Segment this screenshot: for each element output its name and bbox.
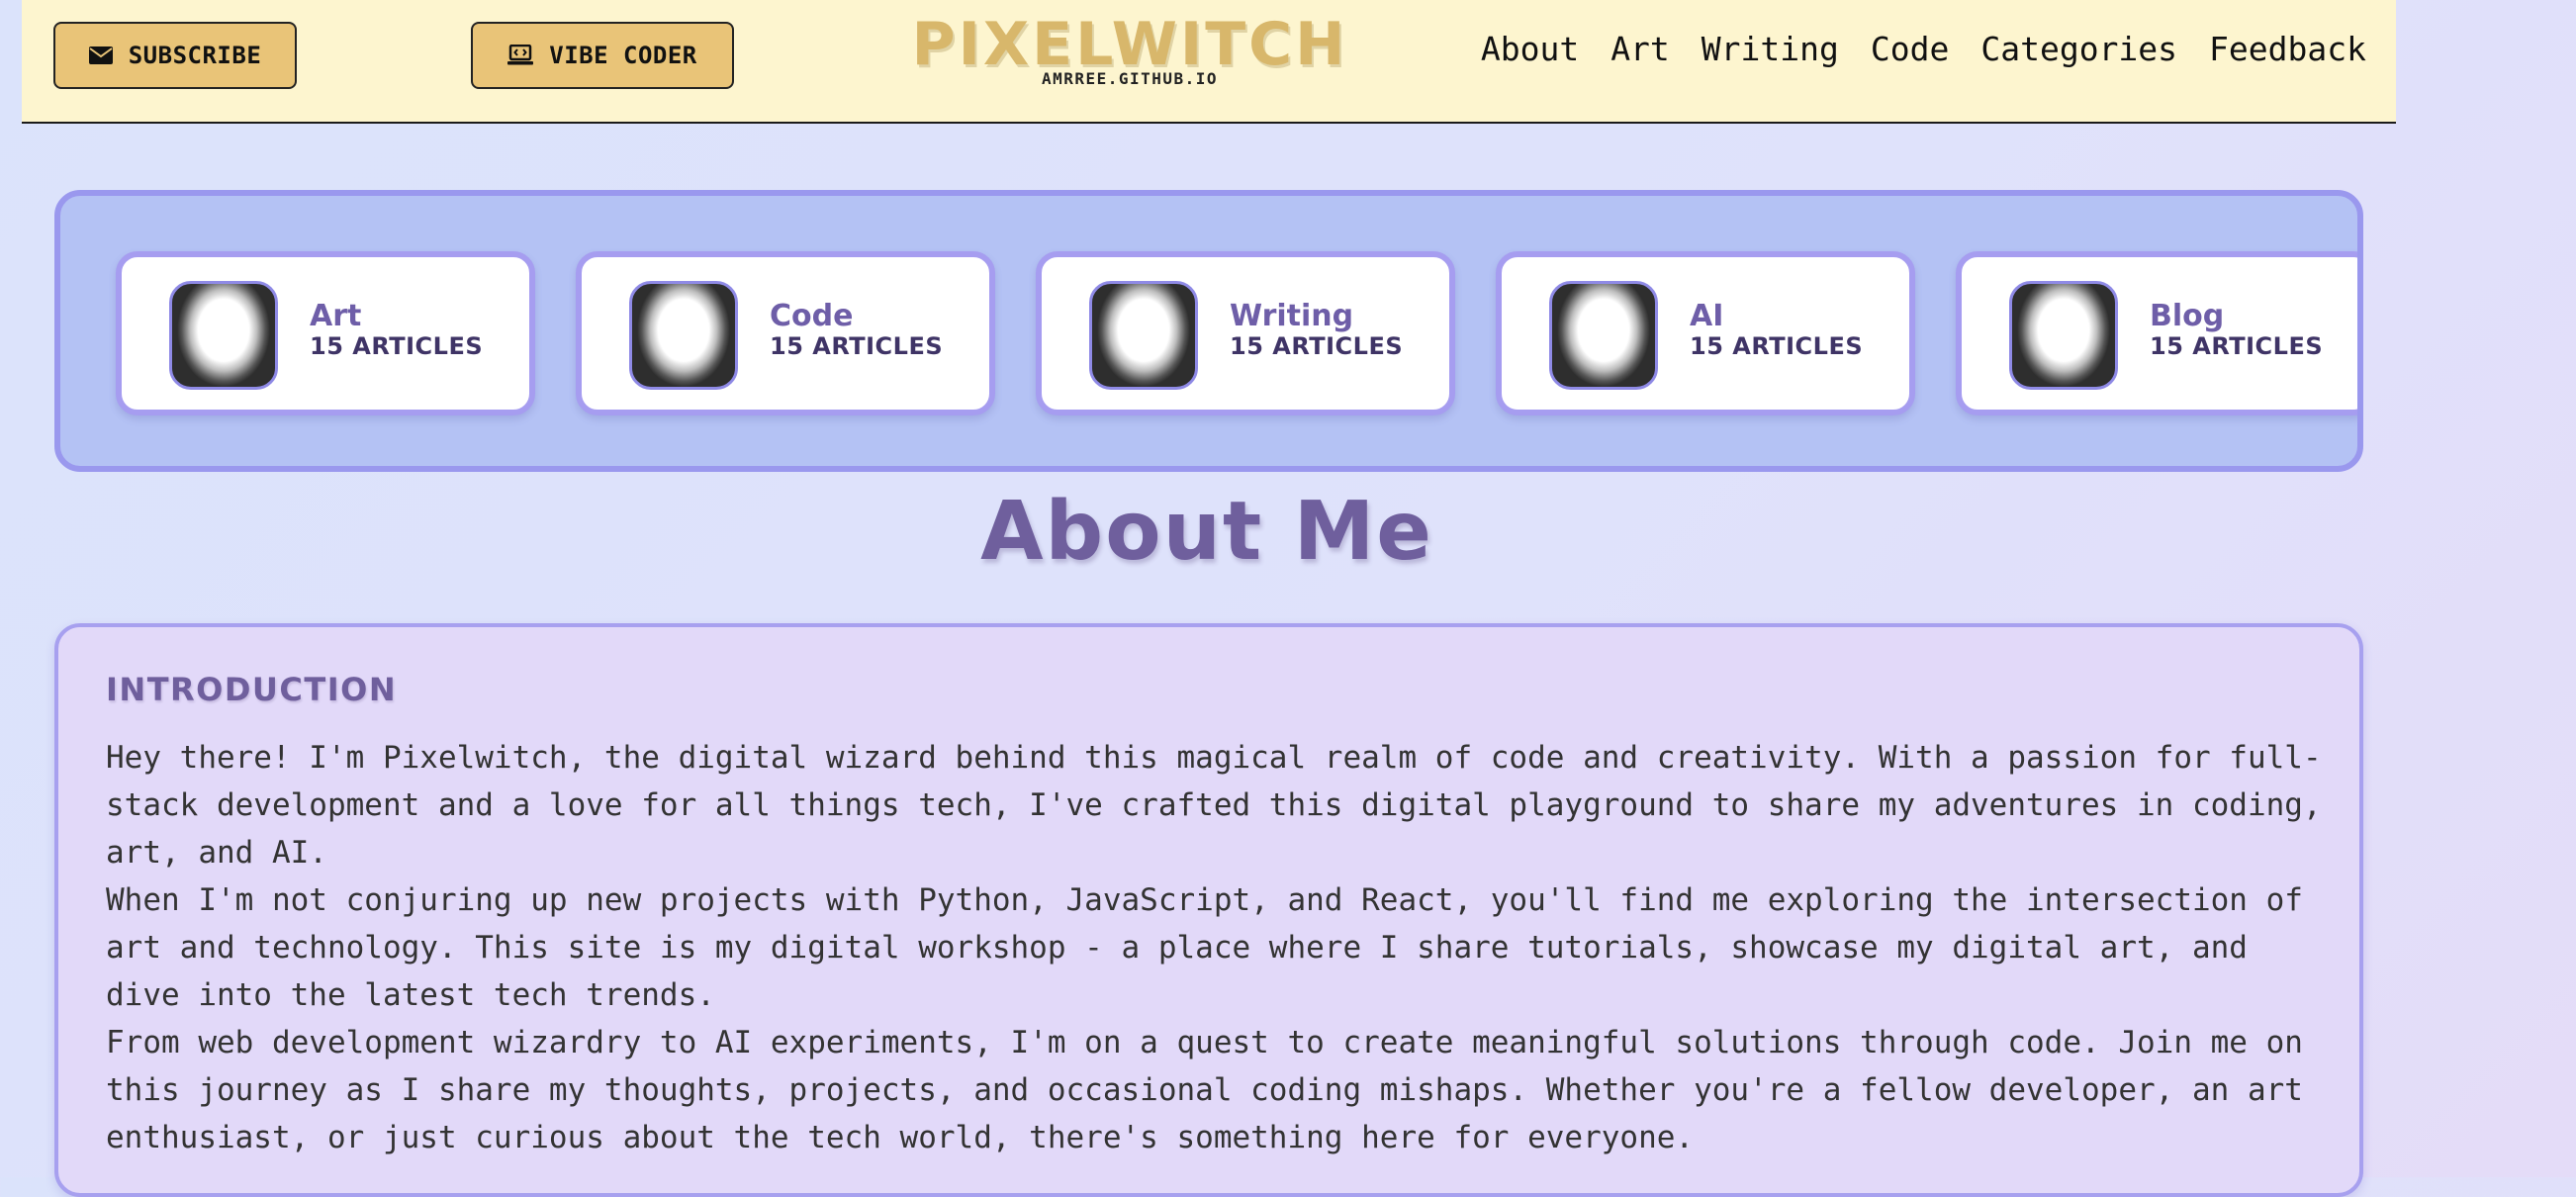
category-name: AI — [1690, 299, 1724, 333]
about-paragraph-2: When I'm not conjuring up new projects w… — [106, 882, 2303, 1013]
nav-code[interactable]: Code — [1871, 30, 1949, 68]
vibe-coder-button[interactable]: VIBE CODER — [471, 22, 734, 89]
subscribe-button[interactable]: SUBSCRIBE — [53, 22, 297, 89]
about-paragraph-1: Hey there! I'm Pixelwitch, the digital w… — [106, 740, 2322, 871]
category-name: Blog — [2150, 299, 2225, 333]
main-nav: About Art Writing Code Categories Feedba… — [1481, 30, 2366, 68]
category-name: Writing — [1230, 299, 1354, 333]
nav-writing[interactable]: Writing — [1702, 30, 1839, 68]
about-body: Hey there! I'm Pixelwitch, the digital w… — [106, 734, 2332, 1161]
category-card-ai[interactable]: AI 15 ARTICLES — [1496, 251, 1915, 415]
vibe-coder-label: VIBE CODER — [549, 42, 697, 69]
category-count: 15 ARTICLES — [770, 332, 944, 360]
nav-art[interactable]: Art — [1610, 30, 1670, 68]
categories-carousel: Art 15 ARTICLES Code 15 ARTICLES Writing… — [54, 190, 2363, 472]
witch-avatar-icon — [169, 281, 278, 390]
site-logo[interactable]: PIXELWITCH AMRREE.GITHUB.IO — [897, 14, 1362, 88]
witch-avatar-icon — [629, 281, 738, 390]
category-card-art[interactable]: Art 15 ARTICLES — [116, 251, 535, 415]
envelope-icon — [88, 46, 113, 64]
witch-avatar-icon — [2009, 281, 2118, 390]
witch-avatar-icon — [1549, 281, 1658, 390]
category-count: 15 ARTICLES — [310, 332, 484, 360]
category-count: 15 ARTICLES — [2150, 332, 2324, 360]
about-introduction-card: INTRODUCTION Hey there! I'm Pixelwitch, … — [54, 623, 2363, 1197]
category-card-code[interactable]: Code 15 ARTICLES — [576, 251, 995, 415]
nav-feedback[interactable]: Feedback — [2209, 30, 2366, 68]
category-count: 15 ARTICLES — [1690, 332, 1864, 360]
witch-avatar-icon — [1089, 281, 1198, 390]
top-header: SUBSCRIBE VIBE CODER PIXELWITCH AMRREE.G… — [22, 0, 2396, 124]
nav-about[interactable]: About — [1481, 30, 1579, 68]
category-card-writing[interactable]: Writing 15 ARTICLES — [1036, 251, 1455, 415]
logo-title: PIXELWITCH — [911, 10, 1348, 79]
subscribe-label: SUBSCRIBE — [128, 42, 262, 69]
category-name: Code — [770, 299, 854, 333]
category-name: Art — [310, 299, 362, 333]
page-title: About Me — [980, 485, 1433, 579]
about-paragraph-3: From web development wizardry to AI expe… — [106, 1025, 2303, 1155]
laptop-code-icon — [507, 45, 534, 66]
section-heading: INTRODUCTION — [106, 671, 398, 708]
category-card-blog[interactable]: Blog 15 ARTICLES — [1956, 251, 2357, 415]
category-count: 15 ARTICLES — [1230, 332, 1404, 360]
nav-categories[interactable]: Categories — [1980, 30, 2177, 68]
